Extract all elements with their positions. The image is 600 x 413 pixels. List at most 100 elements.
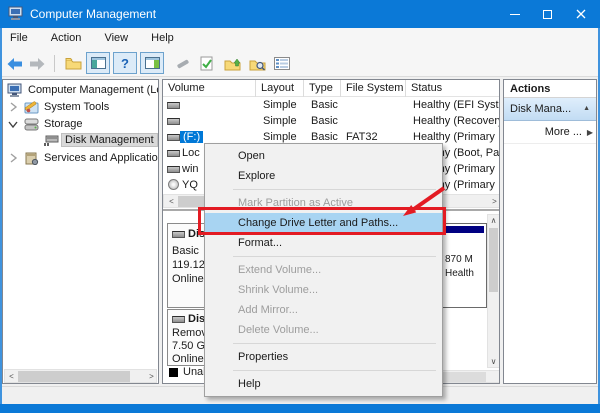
- menu-item-help[interactable]: Help: [205, 374, 442, 394]
- scroll-right-icon[interactable]: >: [489, 196, 500, 208]
- title-bar: Computer Management: [0, 0, 600, 28]
- cell-layout: Simple: [263, 115, 297, 127]
- menu-separator: [205, 367, 442, 374]
- menu-item-properties[interactable]: Properties: [205, 347, 442, 367]
- cell-name: (F:): [180, 131, 203, 143]
- folder-icon[interactable]: [64, 55, 82, 72]
- volume-list-header: Volume Layout Type File System Status: [163, 80, 500, 97]
- actions-panel: Actions Disk Mana... ▲ More ... ▶: [503, 79, 597, 384]
- menu-separator: [205, 253, 442, 260]
- volume-row[interactable]: Simple Basic Healthy (EFI Syste: [163, 97, 500, 113]
- show-action-pane-icon[interactable]: [140, 52, 164, 74]
- tool-icon[interactable]: [173, 55, 191, 72]
- cell-name: YQ: [182, 179, 198, 191]
- maximize-button[interactable]: [531, 0, 564, 28]
- menu-help[interactable]: Help: [141, 28, 184, 50]
- tree-item-label-selected: Disk Management: [61, 133, 158, 147]
- tree-item-services-applications[interactable]: Services and Applications: [3, 150, 159, 166]
- menu-action[interactable]: Action: [41, 28, 92, 50]
- chevron-right-icon: [8, 153, 18, 163]
- computer-management-window: Computer Management File Action View Hel…: [0, 0, 600, 413]
- window-border-bottom: [0, 404, 600, 413]
- scroll-left-icon[interactable]: <: [6, 371, 17, 383]
- tree-horizontal-scrollbar[interactable]: < >: [4, 369, 157, 383]
- minimize-icon: [510, 14, 520, 15]
- cell-status: Healthy (Primary: [413, 131, 495, 143]
- disk1-size: 7.50 G: [172, 340, 205, 352]
- actions-group-disk-management[interactable]: Disk Mana... ▲: [504, 98, 596, 121]
- chevron-right-icon: [8, 102, 18, 112]
- system-tools-icon: [24, 100, 40, 114]
- volume-row[interactable]: Simple Basic Healthy (Recovery: [163, 113, 500, 129]
- back-icon[interactable]: [5, 55, 23, 72]
- show-console-tree-icon[interactable]: [86, 52, 110, 74]
- scrollbar-thumb[interactable]: [489, 228, 498, 292]
- menu-item-open[interactable]: Open: [205, 146, 442, 166]
- partition-status: Health: [445, 268, 474, 279]
- cell-name: win: [182, 163, 199, 175]
- tree-item-label: Storage: [44, 118, 83, 130]
- cell-type: Basic: [311, 99, 338, 111]
- menu-item-delete-volume: Delete Volume...: [205, 320, 442, 340]
- help-icon[interactable]: ?: [113, 52, 137, 74]
- storage-icon: [24, 117, 40, 131]
- disk-icon: [172, 231, 185, 238]
- actions-group-label: Disk Mana...: [510, 103, 571, 115]
- close-button[interactable]: [564, 0, 597, 28]
- menu-file[interactable]: File: [0, 28, 38, 50]
- cell-name: Loc: [182, 147, 200, 159]
- volume-icon: [167, 102, 180, 109]
- scroll-down-icon[interactable]: ∨: [488, 356, 499, 368]
- actions-more-item[interactable]: More ... ▶: [504, 121, 596, 144]
- scroll-left-icon[interactable]: <: [166, 196, 177, 208]
- menu-item-extend-volume: Extend Volume...: [205, 260, 442, 280]
- app-icon: [8, 6, 25, 22]
- partition-size: 870 M: [445, 254, 473, 265]
- column-header-file-system[interactable]: File System: [341, 80, 406, 97]
- column-header-layout[interactable]: Layout: [256, 80, 304, 97]
- cell-type: Basic: [311, 131, 338, 143]
- cell-type: Basic: [311, 115, 338, 127]
- tree-root[interactable]: Computer Management (Local: [3, 82, 159, 98]
- details-view-icon[interactable]: [273, 55, 291, 72]
- minimize-button[interactable]: [498, 0, 531, 28]
- menu-view[interactable]: View: [94, 28, 138, 50]
- services-icon: [24, 151, 40, 165]
- check-page-icon[interactable]: [198, 55, 216, 72]
- cell-file-system: FAT32: [346, 131, 378, 143]
- forward-icon[interactable]: [28, 55, 46, 72]
- scrollbar-thumb[interactable]: [18, 371, 130, 382]
- disk-view-vertical-scrollbar[interactable]: ∧ ∨: [487, 214, 500, 368]
- disk0-type: Basic: [172, 245, 199, 257]
- chevron-down-icon: [8, 120, 18, 130]
- collapse-icon[interactable]: ▲: [583, 105, 590, 112]
- volume-icon: [167, 118, 180, 125]
- tree-root-label: Computer Management (Local: [28, 84, 159, 96]
- close-icon: [576, 9, 586, 19]
- legend-unallocated-swatch: [169, 368, 178, 377]
- tree-item-label: System Tools: [44, 101, 109, 113]
- menu-item-format[interactable]: Format...: [205, 233, 442, 253]
- column-header-status[interactable]: Status: [406, 80, 500, 97]
- disk-management-icon: [43, 135, 59, 148]
- column-header-volume[interactable]: Volume: [163, 80, 256, 97]
- folder-search-icon[interactable]: [248, 55, 266, 72]
- scroll-up-icon[interactable]: ∧: [488, 215, 499, 227]
- cell-status: Healthy (Recovery: [413, 115, 500, 127]
- menu-item-shrink-volume: Shrink Volume...: [205, 280, 442, 300]
- disk0-size: 119.12: [172, 259, 205, 271]
- window-title: Computer Management: [30, 7, 156, 21]
- column-header-type[interactable]: Type: [304, 80, 341, 97]
- actions-more-label: More ...: [545, 126, 582, 138]
- tree-item-system-tools[interactable]: System Tools: [3, 99, 159, 115]
- toolbar-separator: [54, 55, 55, 72]
- submenu-arrow-icon: ▶: [587, 128, 593, 137]
- scroll-right-icon[interactable]: >: [146, 371, 157, 383]
- scrollbar-thumb[interactable]: [442, 372, 486, 382]
- folder-up-icon[interactable]: [223, 55, 241, 72]
- disk-icon: [172, 316, 185, 323]
- disk1-status: Online: [172, 353, 204, 365]
- volume-icon: [167, 166, 180, 173]
- tree-item-storage[interactable]: Storage: [3, 116, 159, 132]
- tree-item-disk-management[interactable]: Disk Management: [3, 133, 159, 149]
